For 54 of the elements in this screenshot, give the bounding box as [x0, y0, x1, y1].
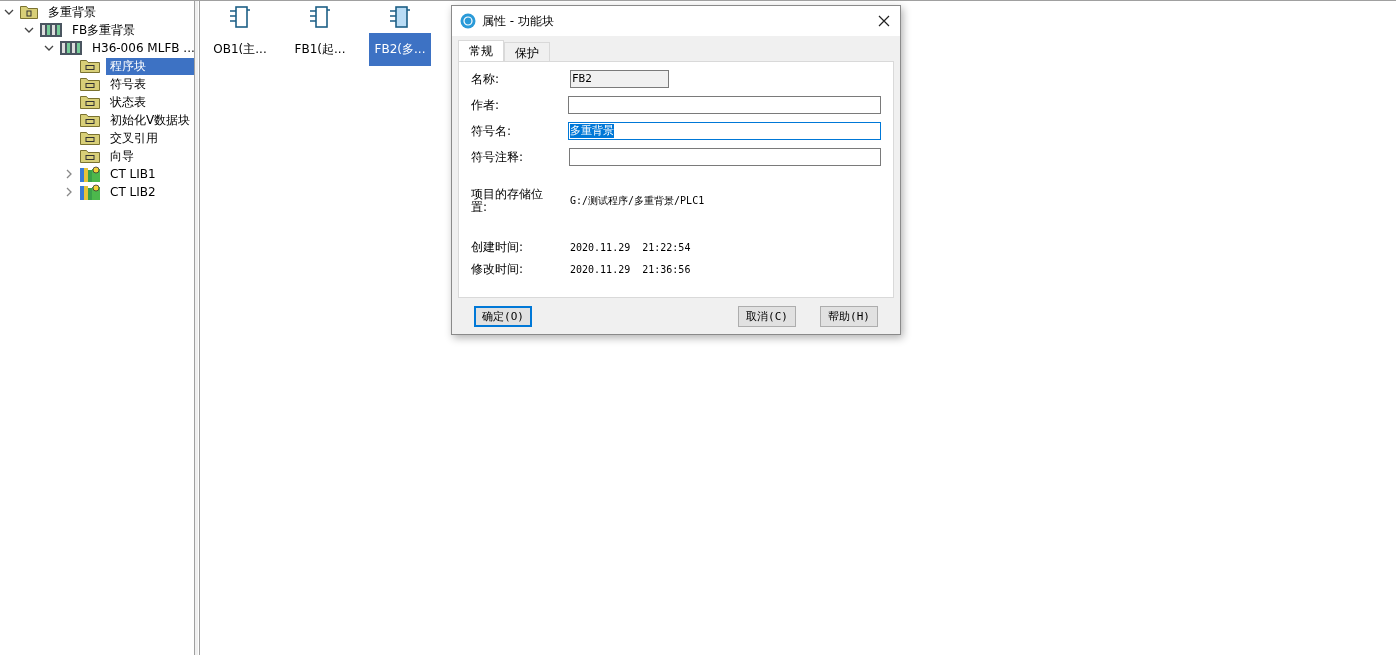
field-label: 修改时间: — [471, 260, 525, 278]
folder-icon — [80, 77, 100, 91]
tree-item[interactable]: 向导 — [106, 147, 138, 165]
chevron-down-icon[interactable] — [24, 25, 34, 35]
field-label: 创建时间: — [471, 238, 525, 256]
field-label: 项目的存储位置: — [471, 188, 544, 214]
tree-item[interactable]: FB多重背景 — [68, 21, 140, 39]
folder-icon — [80, 149, 100, 163]
tree-item[interactable]: 符号表 — [106, 75, 150, 93]
input-field[interactable]: 多重背景 — [568, 122, 881, 140]
tree-item[interactable]: 多重背景 — [44, 3, 100, 21]
block-label[interactable]: FB1(起... — [288, 33, 352, 66]
block-label[interactable]: FB2(多... — [368, 33, 432, 66]
tree-item[interactable]: 程序块 — [106, 57, 194, 75]
field-label: 符号名: — [471, 122, 513, 140]
input-field[interactable] — [568, 96, 881, 114]
chevron-down-icon[interactable] — [44, 43, 54, 53]
dialog-title: 属性 - 功能块 — [482, 12, 555, 30]
tree-item[interactable]: CT LIB2 — [106, 183, 160, 201]
folder-icon — [80, 131, 100, 145]
plc-rack-icon — [60, 41, 82, 55]
chevron-down-icon[interactable] — [4, 7, 14, 17]
folder-icon — [80, 59, 100, 73]
folder-icon — [20, 5, 38, 19]
close-icon[interactable] — [878, 15, 890, 27]
tab[interactable]: 常规 — [458, 40, 504, 61]
app-logo-icon — [460, 13, 476, 29]
function-block-icon[interactable] — [389, 5, 411, 29]
chevron-right-icon[interactable] — [64, 187, 74, 197]
plc-rack-icon — [40, 23, 62, 37]
location-value: G:/测试程序/多重背景/PLC1 — [570, 194, 705, 208]
block-label[interactable]: OB1(主... — [207, 33, 273, 66]
tree-item[interactable]: 交叉引用 — [106, 129, 162, 147]
dialog-button[interactable]: 取消(C) — [738, 306, 796, 327]
input-field[interactable] — [569, 148, 881, 166]
field-label: 作者: — [471, 96, 501, 114]
chevron-right-icon[interactable] — [64, 169, 74, 179]
tab[interactable]: 保护 — [504, 42, 550, 61]
time-value: 2020.11.29 21:22:54 — [570, 241, 691, 253]
folder-icon — [80, 95, 100, 109]
folder-icon — [80, 113, 100, 127]
field-label: 符号注释: — [471, 148, 525, 166]
tree-item[interactable]: CT LIB1 — [106, 165, 160, 183]
dialog-button[interactable]: 帮助(H) — [820, 306, 878, 327]
tree-item[interactable]: 初始化V数据块 — [106, 111, 195, 129]
function-block-icon[interactable] — [309, 5, 331, 29]
dialog-button[interactable]: 确定(O) — [474, 306, 532, 327]
function-block-icon[interactable] — [229, 5, 251, 29]
field-label: 名称: — [471, 70, 501, 88]
library-books-icon — [80, 184, 100, 200]
time-value: 2020.11.29 21:36:56 — [570, 263, 691, 275]
tree-item[interactable]: H36-006 MLFB ... — [88, 39, 199, 57]
library-books-icon — [80, 166, 100, 182]
tree-item[interactable]: 状态表 — [106, 93, 150, 111]
